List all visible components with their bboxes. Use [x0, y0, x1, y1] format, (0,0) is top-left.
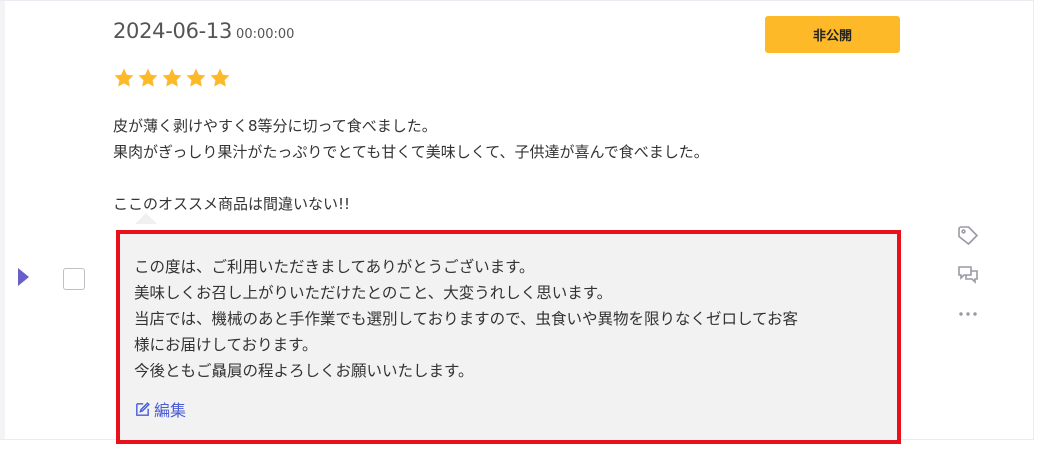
edit-label: 編集 — [154, 401, 187, 420]
review-line: ここのオススメ商品は間違いない!! — [113, 195, 351, 213]
private-status-button[interactable]: 非公開 — [765, 16, 900, 53]
reply-text: この度は、ご利用いただきましてありがとうございます。 美味しくお召し上がりいただ… — [134, 254, 889, 384]
card-left-edge — [0, 1, 5, 439]
reply-line: 当店では、機械のあと手作業でも選別しておりますので、虫食いや異物を限りなくゼロし… — [134, 310, 799, 328]
star-icon — [210, 68, 230, 87]
reply-line: 美味しくお召し上がりいただけたとのこと、大変うれしく思います。 — [134, 284, 613, 302]
reply-line: この度は、ご利用いただきましてありがとうございます。 — [134, 258, 535, 276]
star-icon — [162, 68, 182, 87]
reply-pointer — [135, 213, 157, 224]
edit-icon — [136, 401, 150, 416]
star-icon — [114, 68, 134, 87]
review-line: 皮が薄く剥けやすく8等分に切って食べました。 — [113, 117, 437, 135]
select-checkbox[interactable] — [63, 268, 85, 290]
edit-reply-link[interactable]: 編集 — [134, 397, 186, 421]
review-card: 2024-06-13 00:00:00 非公開 皮が薄く剥けやすく8等分に切って食… — [0, 0, 1034, 444]
review-blank-line — [113, 165, 873, 191]
star-rating — [113, 67, 231, 89]
review-date-day: 2024-06-13 — [113, 19, 233, 43]
reply-line: 様にお届けしております。 — [134, 336, 318, 354]
review-line: 果肉がぎっしり果汁がたっぷりでとても甘くて美味しくて、子供達が喜んで食べました。 — [113, 143, 709, 161]
tag-icon[interactable] — [956, 224, 980, 248]
more-icon[interactable] — [956, 302, 980, 326]
review-date: 2024-06-13 00:00:00 — [113, 19, 294, 43]
reply-line: 今後ともご贔屓の程よろしくお願いいたします。 — [134, 362, 474, 380]
shop-reply-box: この度は、ご利用いただきましてありがとうございます。 美味しくお召し上がりいただ… — [116, 230, 901, 444]
expand-arrow-icon[interactable] — [18, 268, 29, 286]
star-icon — [138, 68, 158, 87]
star-icon — [186, 68, 206, 87]
comment-icon[interactable] — [956, 263, 980, 287]
review-body: 皮が薄く剥けやすく8等分に切って食べました。 果肉がぎっしり果汁がたっぷりでとて… — [113, 113, 873, 217]
review-date-time: 00:00:00 — [236, 27, 295, 42]
